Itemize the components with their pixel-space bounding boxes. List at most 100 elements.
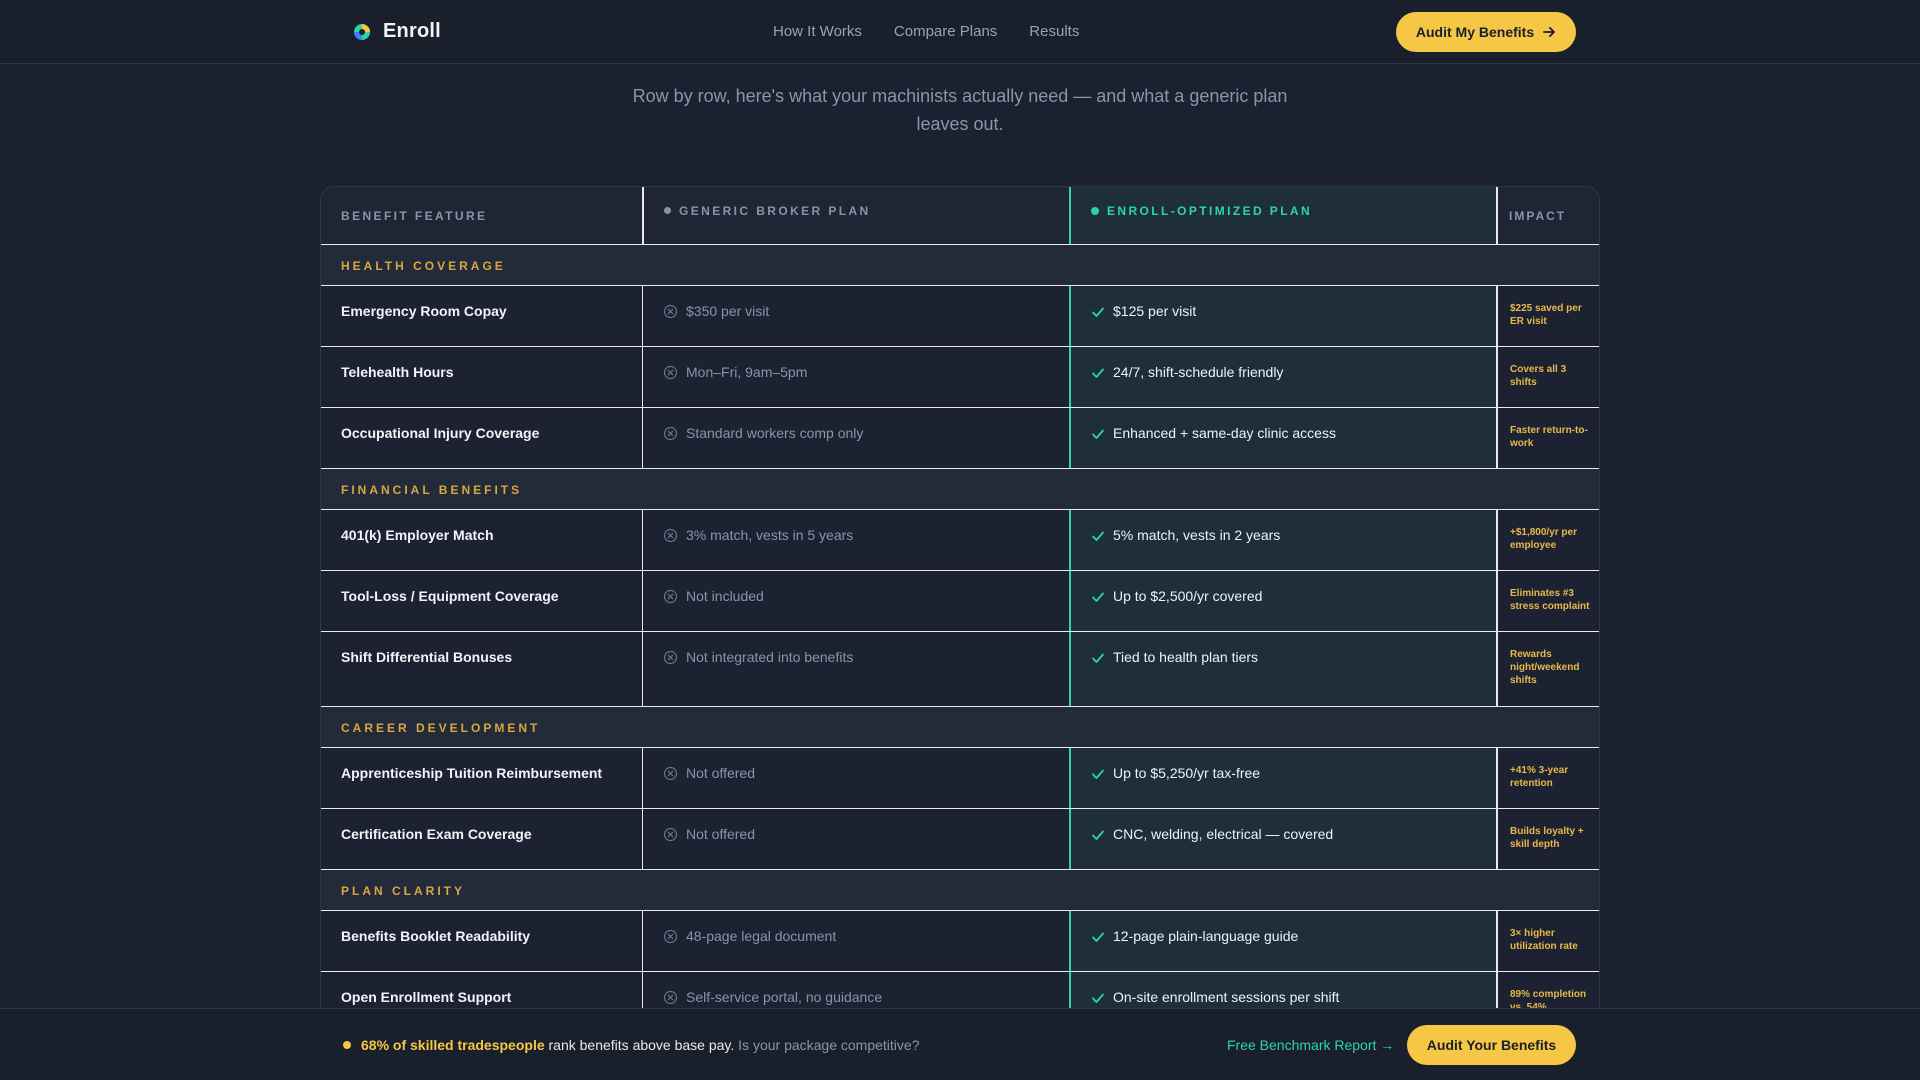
header-generic-label: GENERIC BROKER PLAN: [679, 204, 871, 218]
table-row: Tool-Loss / Equipment Coverage Not inclu…: [321, 570, 1599, 631]
optimized-plan-cell: Enhanced + same-day clinic access: [1069, 408, 1496, 468]
table-header: BENEFIT FEATURE GENERIC BROKER PLAN ENRO…: [321, 187, 1599, 244]
check-icon: [1092, 932, 1104, 942]
x-circle-icon: [663, 304, 678, 319]
optimized-plan-cell: CNC, welding, electrical — covered: [1069, 809, 1496, 869]
x-circle-icon: [663, 426, 678, 441]
check-icon: [1092, 429, 1104, 439]
check-icon: [1092, 653, 1104, 663]
nav-link-how-it-works[interactable]: How It Works: [773, 23, 862, 40]
audit-my-benefits-button[interactable]: Audit My Benefits: [1396, 12, 1576, 52]
logo-icon: [354, 23, 370, 40]
check-icon: [1092, 592, 1104, 602]
optimized-plan-value: 12-page plain-language guide: [1113, 928, 1299, 944]
stat-highlight: 68% of skilled tradespeople: [361, 1037, 545, 1053]
section-header: FINANCIAL BENEFITS: [321, 468, 1599, 509]
impact-value: Builds loyalty + skill depth: [1496, 809, 1601, 869]
check-icon: [1092, 830, 1104, 840]
audit-my-benefits-label: Audit My Benefits: [1415, 24, 1535, 40]
sticky-bottom-bar: 68% of skilled tradespeople rank benefit…: [0, 1008, 1920, 1080]
generic-plan-value: Self-service portal, no guidance: [686, 989, 883, 1005]
impact-value: $225 saved per ER visit: [1496, 286, 1601, 346]
generic-plan-cell: 3% match, vests in 5 years: [642, 510, 1069, 570]
section-header: HEALTH COVERAGE: [321, 244, 1599, 285]
optimized-plan-cell: $125 per visit: [1069, 286, 1496, 346]
x-circle-icon: [663, 650, 678, 665]
optimized-plan-value: 24/7, shift-schedule friendly: [1113, 364, 1284, 380]
brand-name: Enroll: [383, 20, 441, 42]
table-row: Certification Exam Coverage Not offered …: [321, 808, 1599, 869]
header-impact: IMPACT: [1496, 187, 1599, 244]
x-circle-icon: [663, 990, 678, 1005]
x-circle-icon: [663, 766, 678, 781]
generic-plan-value: Standard workers comp only: [686, 425, 864, 441]
stat-text: rank benefits above base pay.: [548, 1037, 735, 1053]
generic-plan-value: Not integrated into benefits: [686, 649, 854, 665]
feature-name: 401(k) Employer Match: [341, 527, 494, 543]
check-icon: [1092, 368, 1104, 378]
section-header: PLAN CLARITY: [321, 869, 1599, 910]
generic-plan-value: 48-page legal document: [686, 928, 837, 944]
generic-plan-cell: Mon–Fri, 9am–5pm: [642, 347, 1069, 407]
free-benchmark-report-link[interactable]: Free Benchmark Report →: [1227, 1037, 1394, 1053]
feature-name: Shift Differential Bonuses: [341, 649, 513, 665]
brand-logo[interactable]: Enroll: [351, 20, 441, 43]
generic-plan-value: Mon–Fri, 9am–5pm: [686, 364, 808, 380]
feature-name: Tool-Loss / Equipment Coverage: [341, 588, 559, 604]
nav-link-compare-plans[interactable]: Compare Plans: [894, 23, 997, 40]
generic-plan-cell: 48-page legal document: [642, 911, 1069, 971]
optimized-plan-value: Tied to health plan tiers: [1113, 649, 1259, 665]
feature-name: Certification Exam Coverage: [341, 826, 532, 842]
x-circle-icon: [663, 827, 678, 842]
generic-plan-cell: Standard workers comp only: [642, 408, 1069, 468]
feature-name: Apprenticeship Tuition Reimbursement: [341, 765, 603, 781]
top-nav: Enroll How It Works Compare Plans Result…: [0, 0, 1920, 64]
table-row: Occupational Injury Coverage Standard wo…: [321, 407, 1599, 468]
arrow-right-icon: [1543, 27, 1556, 37]
generic-plan-cell: Not included: [642, 571, 1069, 631]
impact-value: Faster return-to-work: [1496, 408, 1601, 468]
table-row: Emergency Room Copay $350 per visit $125…: [321, 285, 1599, 346]
table-row: Benefits Booklet Readability 48-page leg…: [321, 910, 1599, 971]
impact-value: Eliminates #3 stress complaint: [1496, 571, 1601, 631]
feature-name: Emergency Room Copay: [341, 303, 507, 319]
feature-name: Telehealth Hours: [341, 364, 454, 380]
generic-plan-value: Not offered: [686, 826, 756, 842]
impact-value: Rewards night/weekend shifts: [1496, 632, 1601, 706]
optimized-plan-value: Up to $2,500/yr covered: [1113, 588, 1263, 604]
generic-plan-cell: Not integrated into benefits: [642, 632, 1069, 706]
optimized-plan-cell: 5% match, vests in 2 years: [1069, 510, 1496, 570]
header-optimized-label: ENROLL-OPTIMIZED PLAN: [1107, 204, 1313, 218]
impact-value: Covers all 3 shifts: [1496, 347, 1601, 407]
generic-plan-cell: $350 per visit: [642, 286, 1069, 346]
x-circle-icon: [663, 589, 678, 604]
feature-name: Occupational Injury Coverage: [341, 425, 540, 441]
nav-links: How It Works Compare Plans Results: [773, 23, 1079, 40]
optimized-plan-cell: 12-page plain-language guide: [1069, 911, 1496, 971]
impact-value: +$1,800/yr per employee: [1496, 510, 1601, 570]
generic-dot-icon: [664, 207, 671, 214]
generic-plan-value: Not offered: [686, 765, 756, 781]
check-icon: [1092, 307, 1104, 317]
generic-plan-value: $350 per visit: [686, 303, 770, 319]
table-body: HEALTH COVERAGE Emergency Room Copay $35…: [321, 244, 1599, 1032]
comparison-table: BENEFIT FEATURE GENERIC BROKER PLAN ENRO…: [320, 186, 1600, 1033]
impact-value: 3× higher utilization rate: [1496, 911, 1601, 971]
nav-link-results[interactable]: Results: [1029, 23, 1079, 40]
generic-plan-value: 3% match, vests in 5 years: [686, 527, 854, 543]
check-icon: [1092, 531, 1104, 541]
check-icon: [1092, 993, 1104, 1003]
optimized-dot-icon: [1091, 207, 1099, 215]
section-header: CAREER DEVELOPMENT: [321, 706, 1599, 747]
header-generic-plan: GENERIC BROKER PLAN: [642, 187, 1069, 244]
optimized-plan-value: Up to $5,250/yr tax-free: [1113, 765, 1261, 781]
feature-name: Benefits Booklet Readability: [341, 928, 531, 944]
header-optimized-plan: ENROLL-OPTIMIZED PLAN: [1069, 187, 1496, 244]
check-icon: [1092, 769, 1104, 779]
status-dot-icon: [343, 1041, 351, 1049]
x-circle-icon: [663, 528, 678, 543]
optimized-plan-value: CNC, welding, electrical — covered: [1113, 826, 1334, 842]
generic-plan-cell: Not offered: [642, 748, 1069, 808]
table-row: Shift Differential Bonuses Not integrate…: [321, 631, 1599, 706]
audit-your-benefits-button[interactable]: Audit Your Benefits: [1407, 1025, 1576, 1065]
